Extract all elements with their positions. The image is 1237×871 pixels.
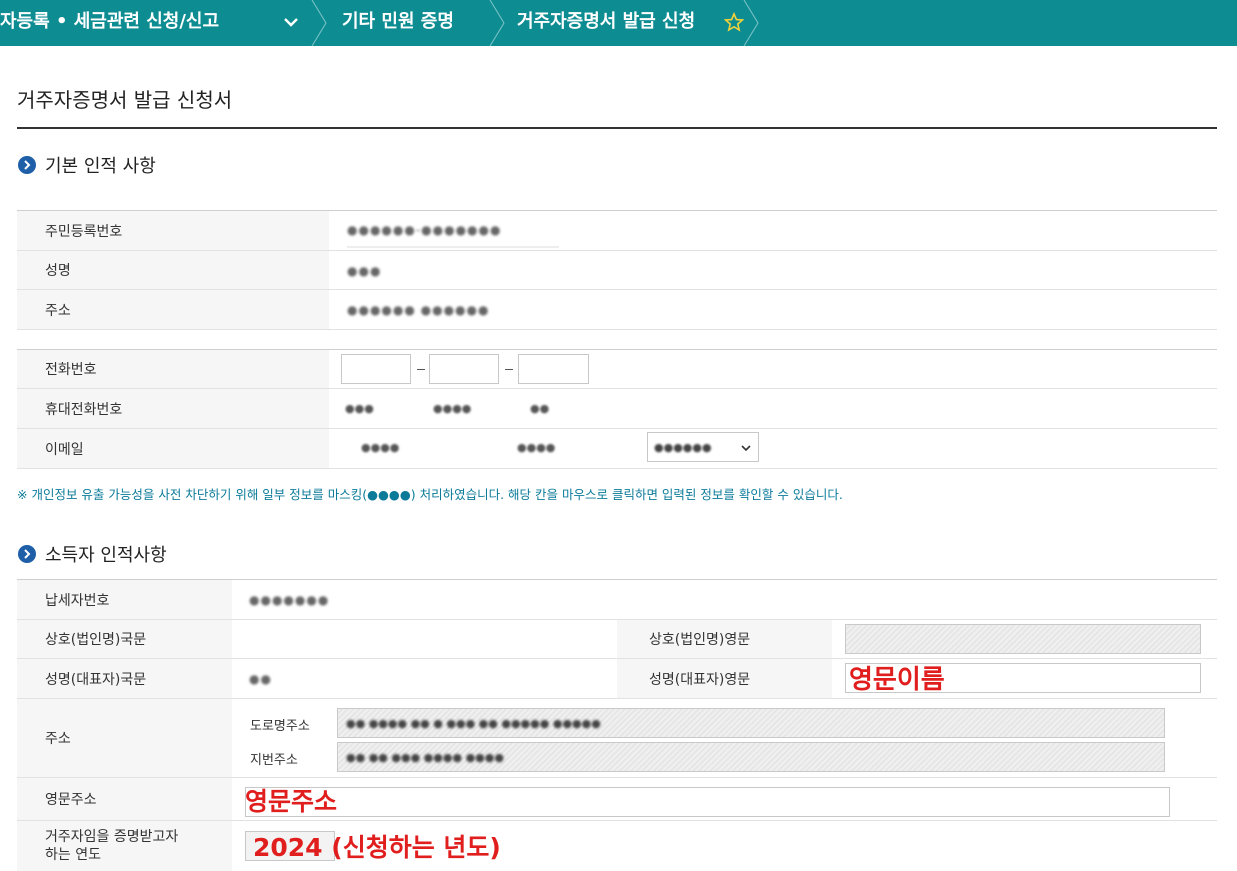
resident-number-label: 주민등록번호: [17, 211, 329, 250]
mobile-label: 휴대전화번호: [17, 389, 329, 428]
masking-notice: ※ 개인정보 유출 가능성을 사전 차단하기 위해 일부 정보를 마스킹(●●●…: [17, 487, 843, 502]
address-label: 주소: [17, 290, 329, 329]
year-label: 거주자임을 증명받고자 하는 연도: [17, 821, 232, 871]
breadcrumb-separator-icon: [489, 0, 505, 46]
phone-last-input[interactable]: [518, 354, 589, 384]
name-en-label: 성명(대표자)영문: [617, 659, 832, 698]
table-row: 휴대전화번호 ●●● ●●●● ●●: [17, 389, 1217, 429]
table-row: 전화번호: [17, 350, 1217, 389]
resident-number-value[interactable]: ●●●●●●-●●●●●●●: [347, 214, 559, 248]
section-basic-header: 기본 인적 사항: [17, 152, 156, 178]
phone-label: 전화번호: [17, 350, 329, 388]
email-id-input[interactable]: ●●●●: [341, 432, 481, 462]
phone-middle-input[interactable]: [429, 354, 499, 384]
name-kr-label: 성명(대표자)국문: [17, 659, 232, 698]
star-outline-icon[interactable]: [724, 12, 744, 32]
company-en-input: [845, 624, 1201, 654]
english-address-annotation: 영문주소: [245, 787, 338, 816]
address-value[interactable]: ●●●●●● ●●●●●●: [347, 293, 559, 327]
table-row: 주민등록번호 ●●●●●●-●●●●●●●: [17, 211, 1217, 251]
section-income-title: 소득자 인적사항: [45, 545, 167, 566]
year-label-line1: 거주자임을 증명받고자: [45, 829, 179, 845]
mobile-middle-input[interactable]: ●●●●: [429, 393, 499, 423]
road-address-label: 도로명주소: [250, 719, 310, 734]
email-domain-select[interactable]: ●●●●●●: [647, 432, 759, 462]
taxpayer-no-value[interactable]: ●●●●●●●: [249, 583, 409, 617]
dash-separator: [417, 369, 425, 370]
english-address-label: 영문주소: [17, 778, 232, 820]
name-kr-value[interactable]: ●●: [249, 662, 409, 696]
breadcrumb-item-current: 거주자증명서 발급 신청: [517, 11, 696, 32]
name-en-annotation: 영문이름: [849, 665, 945, 695]
breadcrumb-bar: 자등록 • 세금관련 신청/신고 기타 민원 증명 거주자증명서 발급 신청: [0, 0, 1237, 46]
table-row: 거주자임을 증명받고자 하는 연도 2024 (신청하는 년도): [17, 821, 1217, 871]
email-label: 이메일: [17, 429, 329, 468]
arrow-circle-bullet-icon: [18, 545, 36, 563]
email-domain-input[interactable]: ●●●●: [505, 432, 645, 462]
arrow-circle-bullet-icon: [18, 156, 36, 174]
page-title: 거주자증명서 발급 신청서: [17, 88, 233, 112]
name-value[interactable]: ●●●: [347, 254, 559, 288]
year-label-line2: 하는 연도: [45, 847, 101, 863]
lot-address-input: ●● ●● ●●● ●●●● ●●●●: [337, 742, 1165, 772]
year-annotation: 2024 (신청하는 년도): [253, 833, 501, 862]
table-row: 주소 ●●●●●● ●●●●●●: [17, 290, 1217, 330]
breadcrumb-item-other-cert[interactable]: 기타 민원 증명: [342, 0, 454, 46]
table-row: 이메일 ●●●● ●●●● ●●●●●●: [17, 429, 1217, 469]
chevron-down-icon[interactable]: [281, 12, 301, 32]
mobile-area-input[interactable]: ●●●: [341, 393, 411, 423]
chevron-down-icon: [741, 445, 751, 452]
breadcrumb-item-category[interactable]: 자등록 • 세금관련 신청/신고: [0, 0, 219, 46]
company-kr-label: 상호(법인명)국문: [17, 620, 232, 658]
company-en-label: 상호(법인명)영문: [617, 620, 832, 658]
title-divider: [17, 127, 1217, 129]
breadcrumb-separator-icon: [311, 0, 327, 46]
dash-separator: [505, 369, 513, 370]
table-row: 납세자번호 ●●●●●●●: [17, 580, 1217, 620]
breadcrumb-separator-icon: [743, 0, 759, 46]
english-address-input[interactable]: [245, 787, 1170, 817]
lot-address-label: 지번주소: [250, 753, 298, 768]
table-row: 상호(법인명)국문 상호(법인명)영문: [17, 620, 1217, 659]
road-address-input: ●● ●●●● ●● ● ●●● ●● ●●●●● ●●●●●: [337, 708, 1165, 738]
table-row: 성명 ●●●: [17, 251, 1217, 290]
phone-area-input[interactable]: [341, 354, 411, 384]
table-row: 주소 도로명주소 ●● ●●●● ●● ● ●●● ●● ●●●●● ●●●●●…: [17, 699, 1217, 778]
section-basic-title: 기본 인적 사항: [45, 156, 156, 177]
section-income-header: 소득자 인적사항: [17, 541, 167, 567]
mobile-last-input[interactable]: ●●: [518, 393, 589, 423]
table-row: 영문주소 영문주소: [17, 778, 1217, 821]
income-address-label: 주소: [17, 699, 232, 777]
name-label: 성명: [17, 251, 329, 289]
taxpayer-no-label: 납세자번호: [17, 580, 232, 619]
table-row: 성명(대표자)국문 ●● 성명(대표자)영문 영문이름: [17, 659, 1217, 699]
